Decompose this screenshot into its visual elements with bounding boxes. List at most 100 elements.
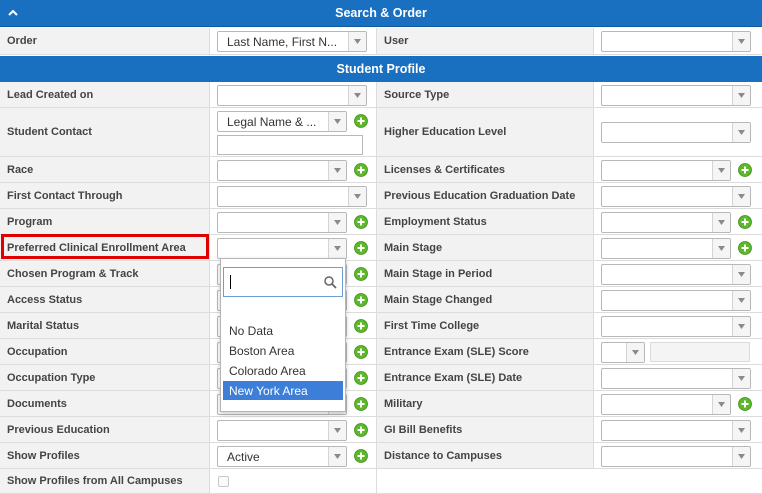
add-icon[interactable] <box>354 241 368 255</box>
add-icon[interactable] <box>354 163 368 177</box>
chevron-down-icon <box>732 291 750 310</box>
profile-row: Student Contact Legal Name & ... Higher Ed… <box>0 108 762 157</box>
chevron-down-icon <box>328 421 346 440</box>
dropdown-option[interactable]: Colorado Area <box>223 361 343 380</box>
main-stage-changed-select[interactable] <box>601 290 751 311</box>
order-label: Order <box>0 28 210 54</box>
add-icon[interactable] <box>354 423 368 437</box>
employment-status-select[interactable] <box>601 212 731 233</box>
field-label: Marital Status <box>0 313 210 338</box>
chevron-down-icon <box>328 161 346 180</box>
program-select[interactable] <box>217 212 347 233</box>
field-label: Employment Status <box>377 209 594 234</box>
add-icon[interactable] <box>354 114 368 128</box>
field-label: Show Profiles <box>0 443 210 468</box>
military-select[interactable] <box>601 394 731 415</box>
race-select[interactable] <box>217 160 347 181</box>
chevron-down-icon <box>712 161 730 180</box>
first-time-college-select[interactable] <box>601 316 751 337</box>
field-label: Previous Education Graduation Date <box>377 183 594 208</box>
section-title: Student Profile <box>336 62 426 76</box>
profile-row: Chosen Program & Track Main Stage in Peri… <box>0 261 762 287</box>
dropdown-option[interactable]: Boston Area <box>223 341 343 360</box>
show-profiles-from-all-campuses-checkbox[interactable] <box>218 476 229 487</box>
chevron-down-icon <box>732 86 750 105</box>
entrance-exam-sle-score-input[interactable] <box>650 342 750 362</box>
field-label: Program <box>0 209 210 234</box>
user-select[interactable] <box>601 31 751 52</box>
profile-row: Race Licenses & Certificates <box>0 157 762 183</box>
dropdown-option[interactable]: No Data <box>223 321 343 340</box>
field-label: Race <box>0 157 210 182</box>
field-label: Previous Education <box>0 417 210 442</box>
highlight-box <box>1 234 209 259</box>
field-label: Main Stage in Period <box>377 261 594 286</box>
field-label: GI Bill Benefits <box>377 417 594 442</box>
field-label: Access Status <box>0 287 210 312</box>
chevron-down-icon <box>348 32 366 51</box>
add-icon[interactable] <box>354 215 368 229</box>
chevron-down-icon <box>328 447 346 466</box>
field-label: Main Stage Changed <box>377 287 594 312</box>
profile-row: Documents Military <box>0 391 762 417</box>
chevron-down-icon <box>328 213 346 232</box>
profile-row: Program Employment Status <box>0 209 762 235</box>
order-select[interactable]: Last Name, First N... <box>217 31 367 52</box>
add-icon[interactable] <box>354 371 368 385</box>
user-label: User <box>377 28 594 54</box>
previous-education-select[interactable] <box>217 420 347 441</box>
higher-education-level-select[interactable] <box>601 122 751 143</box>
chevron-down-icon <box>732 32 750 51</box>
entrance-exam-sle-score-select[interactable] <box>601 342 645 363</box>
add-icon[interactable] <box>738 241 752 255</box>
collapse-icon[interactable] <box>8 8 18 18</box>
lead-created-on-select[interactable] <box>217 85 367 106</box>
chevron-down-icon <box>328 239 346 258</box>
add-icon[interactable] <box>354 293 368 307</box>
entrance-exam-sle-date-select[interactable] <box>601 368 751 389</box>
profile-row: Show Profiles Active Distance to Campuses <box>0 443 762 469</box>
student-profile-header: Student Profile <box>0 56 762 83</box>
field-label: Main Stage <box>377 235 594 260</box>
add-icon[interactable] <box>354 267 368 281</box>
add-icon[interactable] <box>738 397 752 411</box>
dropdown-popup: No Data Boston Area Colorado Area New Yo… <box>220 258 346 412</box>
licenses-certificates-select[interactable] <box>601 160 731 181</box>
main-stage-select[interactable] <box>601 238 731 259</box>
field-label: Chosen Program & Track <box>0 261 210 286</box>
profile-row: Access Status Main Stage Changed <box>0 287 762 313</box>
profile-row: First Contact Through Previous Education … <box>0 183 762 209</box>
distance-to-campuses-select[interactable] <box>601 446 751 467</box>
add-icon[interactable] <box>738 163 752 177</box>
field-label: Show Profiles from All Campuses <box>0 469 210 493</box>
chevron-down-icon <box>732 421 750 440</box>
source-type-select[interactable] <box>601 85 751 106</box>
student-contact-select[interactable]: Legal Name & ... <box>217 111 347 132</box>
search-icon <box>324 276 337 289</box>
show-profiles-select[interactable]: Active <box>217 446 347 467</box>
chevron-down-icon <box>732 447 750 466</box>
add-icon[interactable] <box>738 215 752 229</box>
student-contact-input[interactable] <box>217 135 363 155</box>
chevron-down-icon <box>732 317 750 336</box>
first-contact-through-select[interactable] <box>217 186 367 207</box>
chevron-down-icon <box>732 265 750 284</box>
dropdown-option-selected[interactable]: New York Area <box>223 381 343 400</box>
field-label: Source Type <box>377 82 594 107</box>
chevron-down-icon <box>732 187 750 206</box>
field-label: Entrance Exam (SLE) Date <box>377 365 594 390</box>
main-stage-in-period-select[interactable] <box>601 264 751 285</box>
gi-bill-benefits-select[interactable] <box>601 420 751 441</box>
add-icon[interactable] <box>354 449 368 463</box>
dropdown-search-input[interactable] <box>223 267 343 297</box>
add-icon[interactable] <box>354 397 368 411</box>
preferred-clinical-enrollment-area-select[interactable] <box>217 238 347 259</box>
previous-education-graduation-date-select[interactable] <box>601 186 751 207</box>
field-label: Lead Created on <box>0 82 210 107</box>
chevron-down-icon <box>712 395 730 414</box>
add-icon[interactable] <box>354 345 368 359</box>
search-order-header[interactable]: Search & Order <box>0 0 762 27</box>
add-icon[interactable] <box>354 319 368 333</box>
chevron-down-icon <box>732 369 750 388</box>
field-label: Military <box>377 391 594 416</box>
